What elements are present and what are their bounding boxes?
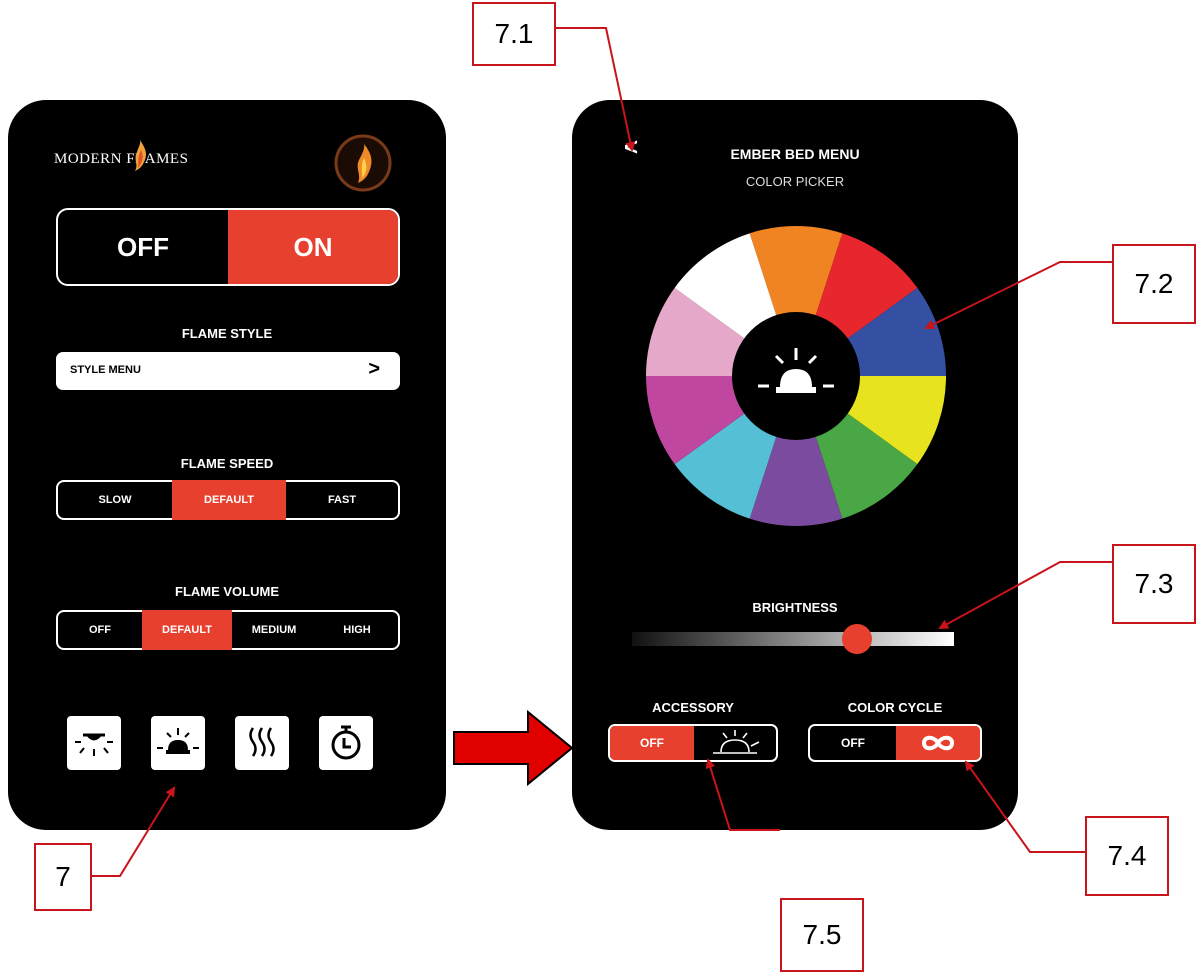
callout-7-1: 7.1 [472,2,556,66]
callout-7-3: 7.3 [1112,544,1196,624]
callout-7-5: 7.5 [780,898,864,972]
callout-7: 7 [34,843,92,911]
callout-7-2: 7.2 [1112,244,1196,324]
callout-lines [91,27,1112,877]
callout-7-4: 7.4 [1085,816,1169,896]
